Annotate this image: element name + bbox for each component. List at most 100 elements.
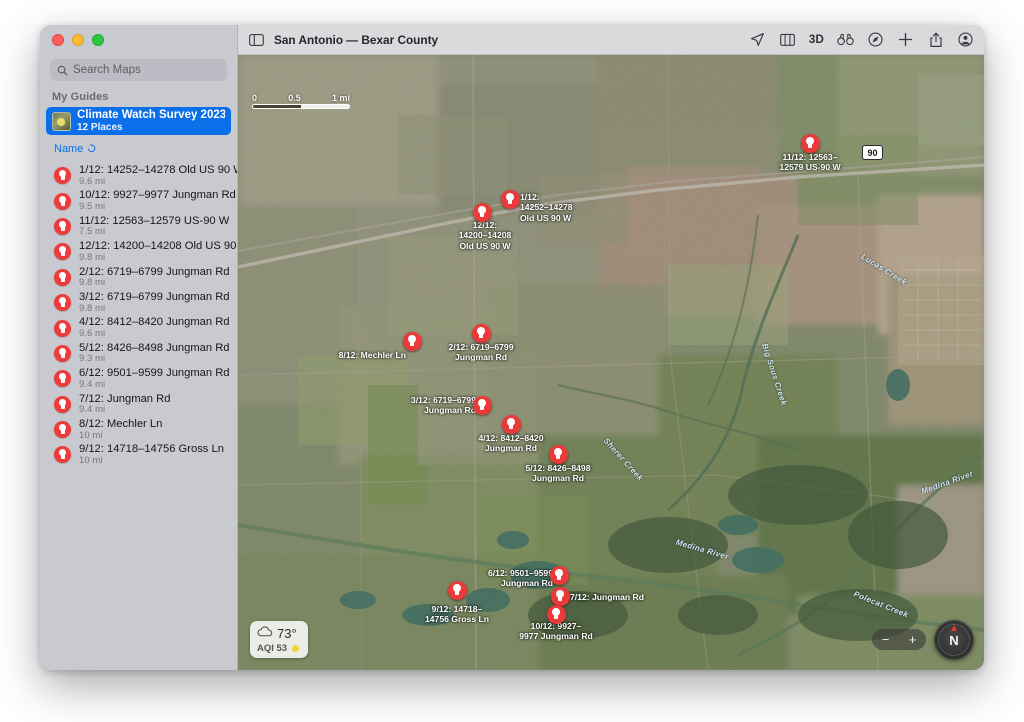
compass-control[interactable]: N — [934, 620, 974, 660]
scale-max: 1 mi — [331, 93, 350, 103]
main-pane: San Antonio — Bexar County 3D 0 0.5 1 mi… — [238, 25, 984, 670]
place-pin-icon — [54, 243, 71, 261]
place-distance: 9.8 mi — [79, 277, 106, 289]
aqi-label: AQI 53 — [257, 643, 288, 654]
map-pin[interactable] — [549, 565, 569, 585]
place-text: 3/12: 6719–6799 Jungman Rd 9.8 mi — [79, 291, 230, 314]
scale-track — [252, 104, 350, 109]
map-view[interactable]: 0 0.5 1 mi Lucas Creek Big Sous Creek Sher… — [238, 55, 984, 670]
list-item[interactable]: 10/12: 9927–9977 Jungman Rd 9.5 mi — [40, 188, 237, 213]
binoculars-icon[interactable] — [837, 31, 854, 48]
search-container — [40, 55, 237, 89]
screenshot-root: My Guides Climate Watch Survey 2023: 199… — [0, 0, 1024, 722]
map-pin[interactable] — [501, 414, 521, 434]
map-pin[interactable] — [472, 202, 492, 222]
place-name: 1/12: 14252–14278 Old US 90 W — [79, 164, 237, 177]
place-distance: 9.8 mi — [79, 251, 106, 263]
titlebar: San Antonio — Bexar County 3D — [238, 25, 984, 55]
sort-label: Name — [54, 143, 84, 155]
compass-north-needle — [951, 625, 957, 631]
search-icon — [57, 65, 68, 76]
three-d-toggle[interactable]: 3D — [809, 34, 824, 46]
sidebar: My Guides Climate Watch Survey 2023: 199… — [40, 25, 238, 670]
window-traffic-lights — [40, 25, 237, 55]
map-pin[interactable] — [500, 189, 520, 209]
place-pin-icon — [54, 395, 71, 413]
zoom-out-button[interactable]: − — [882, 633, 890, 646]
place-distance: 9.3 mi — [79, 353, 106, 365]
list-item[interactable]: 4/12: 8412–8420 Jungman Rd 9.6 mi — [40, 315, 237, 340]
map-pin[interactable] — [471, 323, 491, 343]
place-text: 2/12: 6719–6799 Jungman Rd 9.8 mi — [79, 266, 230, 289]
my-guides-header: My Guides — [52, 91, 109, 103]
list-item[interactable]: 5/12: 8426–8498 Jungman Rd 9.3 mi — [40, 341, 237, 366]
place-text: 7/12: Jungman Rd 9.4 mi — [79, 393, 170, 416]
plus-icon[interactable] — [897, 31, 914, 48]
place-pin-icon — [54, 192, 71, 210]
place-name: 6/12: 9501–9599 Jungman Rd — [79, 367, 230, 380]
map-pin[interactable] — [550, 586, 570, 606]
list-item[interactable]: 11/12: 12563–12579 US-90 W 7.5 mi — [40, 214, 237, 239]
guide-thumbnail — [52, 111, 71, 131]
list-item[interactable]: 7/12: Jungman Rd 9.4 mi — [40, 392, 237, 417]
share-icon[interactable] — [927, 31, 944, 48]
list-item[interactable]: 9/12: 14718–14756 Gross Ln 10 mi — [40, 442, 237, 467]
place-distance: 10 mi — [79, 429, 103, 441]
list-item[interactable]: 3/12: 6719–6799 Jungman Rd 9.8 mi — [40, 290, 237, 315]
titlebar-left: San Antonio — Bexar County — [248, 31, 438, 48]
place-text: 6/12: 9501–9599 Jungman Rd 9.4 mi — [79, 367, 230, 390]
scale-mid: 0.5 — [288, 93, 301, 103]
sort-chevrons-icon[interactable] — [87, 140, 96, 158]
search-input[interactable] — [73, 64, 220, 76]
place-pin-icon — [54, 344, 71, 362]
place-text: 9/12: 14718–14756 Gross Ln 10 mi — [79, 443, 224, 466]
place-distance: 7.5 mi — [79, 226, 106, 238]
map-pin[interactable] — [546, 604, 566, 624]
place-text: 4/12: 8412–8420 Jungman Rd 9.6 mi — [79, 316, 230, 339]
place-pin-icon — [54, 268, 71, 286]
list-item[interactable]: 6/12: 9501–9599 Jungman Rd 9.4 mi — [40, 366, 237, 391]
close-button[interactable] — [52, 34, 64, 46]
place-text: 11/12: 12563–12579 US-90 W 7.5 mi — [79, 215, 229, 238]
place-pin-icon — [54, 421, 71, 439]
list-item[interactable]: 8/12: Mechler Ln 10 mi — [40, 417, 237, 442]
account-icon[interactable] — [957, 31, 974, 48]
highway-shield-90: 90 — [862, 145, 883, 160]
minimize-button[interactable] — [72, 34, 84, 46]
place-distance: 9.5 mi — [79, 200, 106, 212]
window-title: San Antonio — Bexar County — [274, 32, 439, 47]
map-pin[interactable] — [447, 580, 467, 600]
weather-widget[interactable]: 73° AQI 53 — [250, 621, 308, 658]
map-book-icon[interactable] — [779, 31, 796, 48]
guide-item-selected[interactable]: Climate Watch Survey 2023: 19913 12 Plac… — [46, 107, 231, 135]
place-name: 12/12: 14200–14208 Old US 90 W — [79, 240, 237, 253]
place-text: 8/12: Mechler Ln 10 mi — [79, 418, 162, 441]
titlebar-toolbar: 3D — [749, 31, 974, 48]
map-pin[interactable] — [800, 133, 820, 153]
location-arrow-icon[interactable] — [749, 31, 766, 48]
list-item[interactable]: 2/12: 6719–6799 Jungman Rd 9.8 mi — [40, 265, 237, 290]
place-distance: 10 mi — [79, 454, 103, 466]
guide-place-count: 12 Places — [77, 121, 123, 133]
list-item[interactable]: 1/12: 14252–14278 Old US 90 W 9.6 mi — [40, 163, 237, 188]
place-pin-icon — [54, 167, 71, 185]
place-distance: 9.8 mi — [79, 302, 106, 314]
zoom-in-button[interactable]: + — [909, 633, 917, 646]
place-pin-icon — [54, 217, 71, 235]
place-text: 10/12: 9927–9977 Jungman Rd 9.5 mi — [79, 189, 236, 212]
maximize-button[interactable] — [92, 34, 104, 46]
zoom-controls[interactable]: − + — [872, 629, 926, 650]
place-distance: 9.4 mi — [79, 404, 106, 416]
search-box[interactable] — [50, 59, 227, 81]
explore-dial-icon[interactable] — [867, 31, 884, 48]
sort-control[interactable]: Name — [40, 135, 237, 162]
map-pin[interactable] — [402, 331, 422, 351]
place-pin-icon — [54, 446, 71, 464]
place-pin-icon — [54, 294, 71, 312]
map-pin[interactable] — [472, 395, 492, 415]
places-list[interactable]: 1/12: 14252–14278 Old US 90 W 9.6 mi 10/12… — [40, 162, 237, 670]
map-pin[interactable] — [548, 444, 568, 464]
list-item[interactable]: 12/12: 14200–14208 Old US 90 W 9.8 mi — [40, 239, 237, 264]
sidebar-toggle-icon[interactable] — [248, 31, 265, 48]
scale-fill — [253, 105, 301, 108]
